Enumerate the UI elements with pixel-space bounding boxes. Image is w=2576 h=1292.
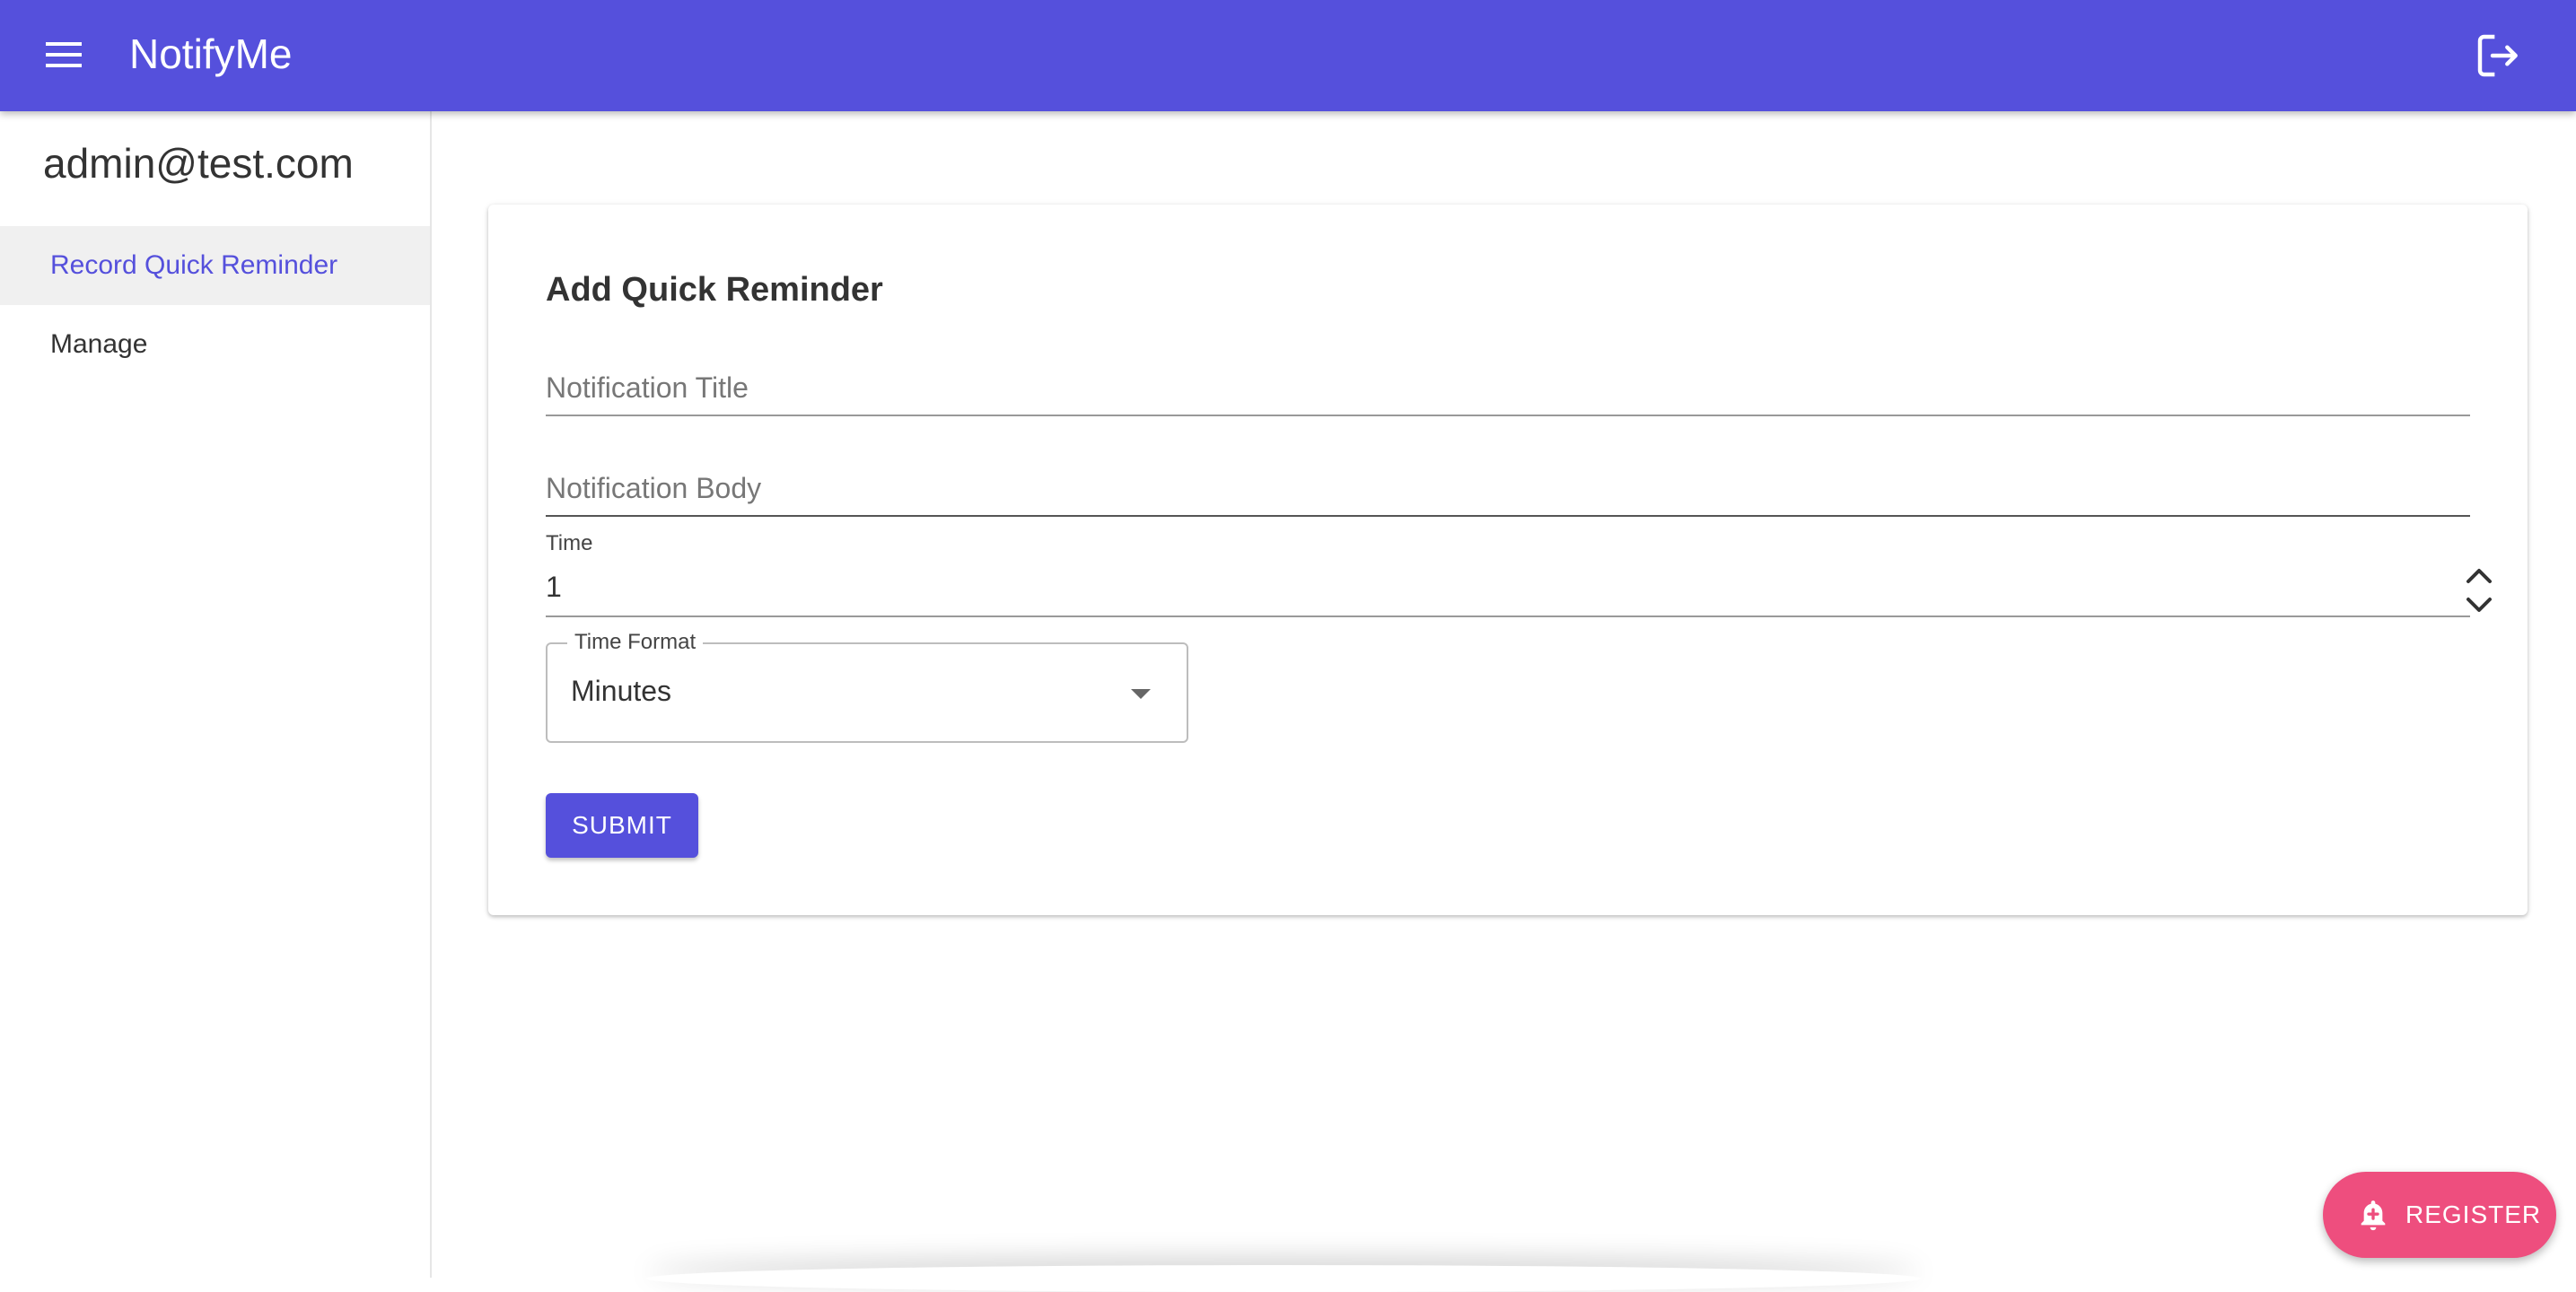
submit-button[interactable]: SUBMIT: [546, 793, 698, 858]
field-underline: [546, 615, 2470, 617]
field-underline: [546, 515, 2470, 517]
card-title: Add Quick Reminder: [546, 271, 883, 309]
time-input[interactable]: 1: [546, 571, 562, 604]
time-format-select[interactable]: Time Format Minutes: [546, 630, 1188, 743]
register-label: REGISTER: [2405, 1200, 2542, 1228]
field-underline: [546, 415, 2470, 416]
dropdown-arrow-icon: [1131, 689, 1151, 699]
time-field[interactable]: 1: [546, 563, 2492, 617]
user-email: admin@test.com: [43, 140, 354, 187]
bottom-shadow: [646, 1265, 1921, 1292]
app-bar: NotifyMe: [0, 0, 2576, 111]
app-title: NotifyMe: [129, 31, 293, 77]
notification-body-input[interactable]: [546, 463, 2470, 513]
menu-icon[interactable]: [41, 34, 86, 75]
time-format-value: Minutes: [571, 675, 672, 707]
notification-body-field: [546, 463, 2470, 517]
time-format-label: Time Format: [567, 630, 704, 655]
sidebar: admin@test.com Record Quick Reminder Man…: [0, 111, 432, 1278]
quick-reminder-card: Add Quick Reminder Time 1 Time Format Mi…: [488, 205, 2528, 915]
number-spinner-icon[interactable]: [2465, 563, 2493, 617]
notification-title-input[interactable]: [546, 362, 2470, 413]
logout-icon[interactable]: [2474, 31, 2524, 81]
time-label: Time: [546, 531, 593, 555]
sidebar-item-record-quick-reminder[interactable]: Record Quick Reminder: [0, 226, 430, 305]
notification-title-field: [546, 362, 2470, 416]
add-alert-icon: [2355, 1197, 2391, 1233]
register-button[interactable]: REGISTER: [2323, 1172, 2556, 1258]
sidebar-item-manage[interactable]: Manage: [0, 305, 430, 384]
